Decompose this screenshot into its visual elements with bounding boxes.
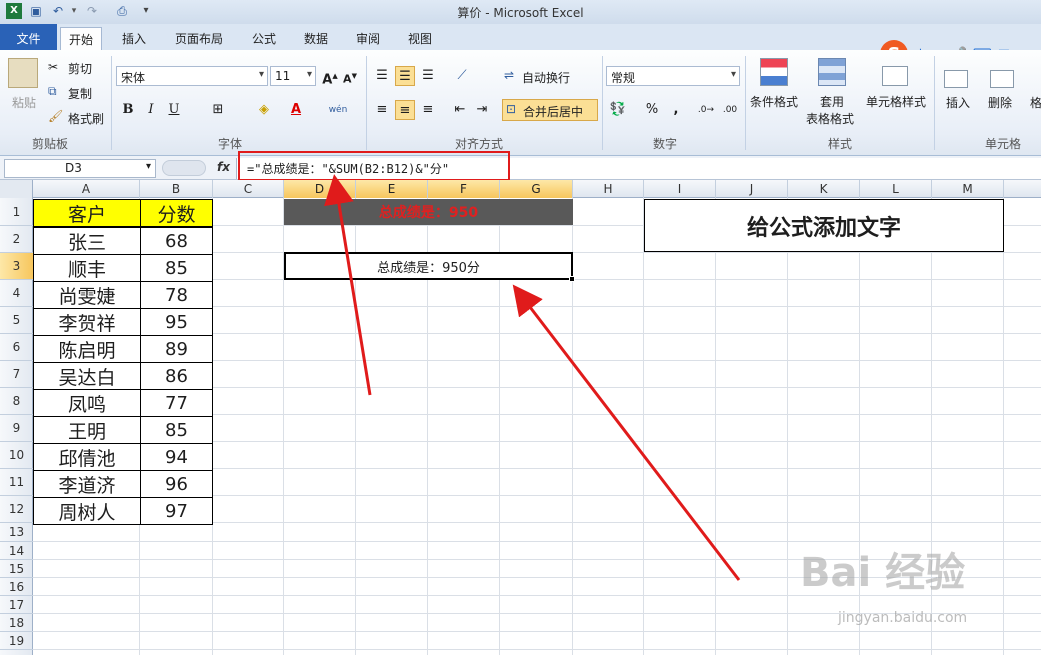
arrow-to-formula	[324, 174, 372, 396]
excel-window: X ▣ ↶ ▾ ↷ ⎙ ▾ 算价 - Microsoft Excel 文件 开始…	[0, 0, 1041, 655]
watermark-logo: Bai 经验	[800, 550, 966, 596]
watermark-url: jingyan.baidu.com	[838, 610, 968, 626]
arrow-to-d3	[512, 284, 741, 581]
